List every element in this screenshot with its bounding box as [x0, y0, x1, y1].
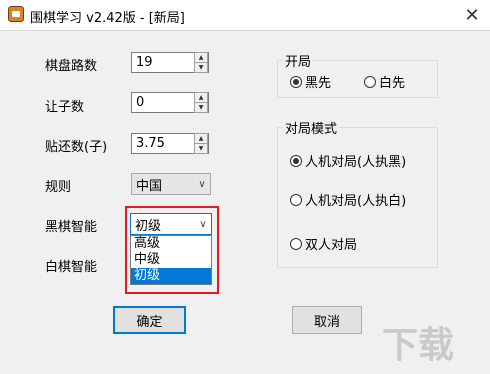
radio-label: 双人对局 — [305, 238, 358, 253]
spin-up-icon[interactable]: ▲ — [195, 53, 207, 63]
radio-label: 人机对局(人执白) — [305, 194, 407, 209]
option-advanced[interactable]: 高级 — [131, 236, 211, 252]
radio-human-black[interactable]: 人机对局(人执黑) — [290, 151, 406, 170]
chevron-down-icon[interactable]: ∨ — [195, 219, 211, 230]
rules-label: 规则 — [45, 180, 72, 195]
komi-spinner[interactable]: 3.75 ▲ ▼ — [131, 133, 209, 154]
handicap-value[interactable]: 0 — [132, 95, 194, 110]
rules-value: 中国 — [136, 178, 163, 194]
radio-two-player[interactable]: 双人对局 — [290, 234, 357, 253]
spin-up-icon[interactable]: ▲ — [195, 134, 207, 144]
komi-label: 贴还数(子) — [45, 140, 108, 155]
rules-select[interactable]: 中国 ∨ — [131, 173, 211, 195]
black-ai-value: 初级 — [135, 218, 162, 234]
radio-unchecked-icon[interactable] — [290, 237, 302, 250]
radio-checked-icon[interactable] — [290, 154, 302, 167]
option-beginner[interactable]: 初级 — [131, 268, 211, 284]
radio-label: 黑先 — [305, 76, 332, 91]
cancel-button[interactable]: 取消 — [292, 306, 362, 334]
window-title: 围棋学习 v2.42版 - [新局] — [30, 11, 185, 26]
handicap-label: 让子数 — [45, 100, 85, 115]
black-ai-select[interactable]: 初级 ∨ — [130, 213, 212, 235]
spin-down-icon[interactable]: ▼ — [195, 144, 207, 153]
mode-group-title: 对局模式 — [283, 118, 340, 137]
radio-label: 白先 — [379, 76, 406, 91]
radio-unchecked-icon[interactable] — [364, 75, 376, 88]
spin-down-icon[interactable]: ▼ — [195, 63, 207, 72]
board-size-arrows[interactable]: ▲ ▼ — [194, 52, 208, 73]
app-icon — [8, 6, 24, 22]
close-icon[interactable]: ✕ — [458, 2, 486, 28]
chevron-down-icon[interactable]: ∨ — [194, 179, 210, 190]
watermark: 下载 — [382, 325, 455, 366]
spin-up-icon[interactable]: ▲ — [195, 93, 207, 103]
spin-down-icon[interactable]: ▼ — [195, 103, 207, 112]
board-size-value[interactable]: 19 — [132, 55, 194, 70]
radio-label: 人机对局(人执黑) — [305, 155, 407, 170]
black-ai-label: 黑棋智能 — [45, 220, 98, 235]
board-size-label: 棋盘路数 — [45, 59, 98, 74]
option-intermediate[interactable]: 中级 — [131, 252, 211, 268]
komi-value[interactable]: 3.75 — [132, 136, 194, 151]
radio-white-first[interactable]: 白先 — [364, 72, 405, 91]
radio-black-first[interactable]: 黑先 — [290, 72, 331, 91]
radio-unchecked-icon[interactable] — [290, 193, 302, 206]
black-ai-dropdown: 高级 中级 初级 — [130, 235, 212, 285]
ok-button[interactable]: 确定 — [113, 306, 186, 334]
radio-human-white[interactable]: 人机对局(人执白) — [290, 190, 406, 209]
board-size-spinner[interactable]: 19 ▲ ▼ — [131, 52, 209, 73]
handicap-arrows[interactable]: ▲ ▼ — [194, 92, 208, 113]
opening-group-title: 开局 — [283, 51, 314, 70]
white-ai-label: 白棋智能 — [45, 260, 98, 275]
radio-checked-icon[interactable] — [290, 75, 302, 88]
komi-arrows[interactable]: ▲ ▼ — [194, 133, 208, 154]
handicap-spinner[interactable]: 0 ▲ ▼ — [131, 92, 209, 113]
